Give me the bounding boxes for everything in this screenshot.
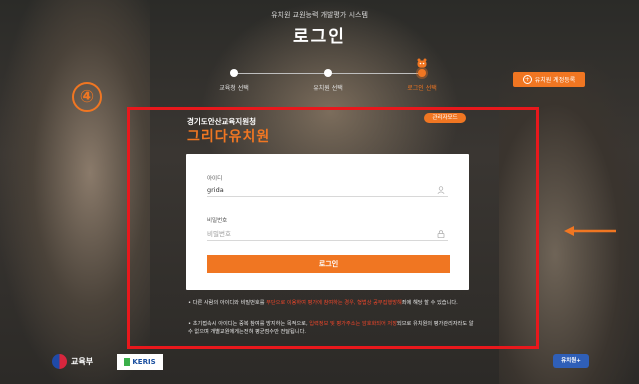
plus-circle-icon: + — [522, 75, 532, 84]
keris-mark-icon — [124, 358, 131, 366]
annotation-step-number: ④ — [72, 82, 102, 112]
register-account-label: 유치원 계정등록 — [534, 77, 576, 84]
moe-emblem-icon — [52, 354, 67, 369]
step-dot-login — [418, 69, 426, 77]
kindergarten-plus-logo: 유치원+ — [553, 354, 589, 368]
step-dot-kindergarten[interactable] — [324, 69, 332, 77]
step-label-login: 로그인 선택 — [407, 85, 437, 92]
keris-logo: KERIS — [117, 354, 163, 370]
register-account-button[interactable]: + 유치원 계정등록 — [513, 72, 585, 87]
annotation-highlight-box — [127, 107, 539, 349]
step-label-office[interactable]: 교육청 선택 — [194, 83, 274, 92]
moe-logo-group: 교육부 — [52, 354, 93, 369]
step-label-kindergarten[interactable]: 유치원 선택 — [288, 83, 368, 92]
step-dot-office[interactable] — [230, 69, 238, 77]
mascot-icon — [417, 58, 427, 68]
annotation-arrow-icon — [564, 226, 616, 236]
moe-label: 교육부 — [71, 357, 94, 366]
page-title: 로그인 — [293, 27, 346, 47]
system-title: 유치원 교원능력 개발평가 시스템 — [271, 11, 368, 19]
